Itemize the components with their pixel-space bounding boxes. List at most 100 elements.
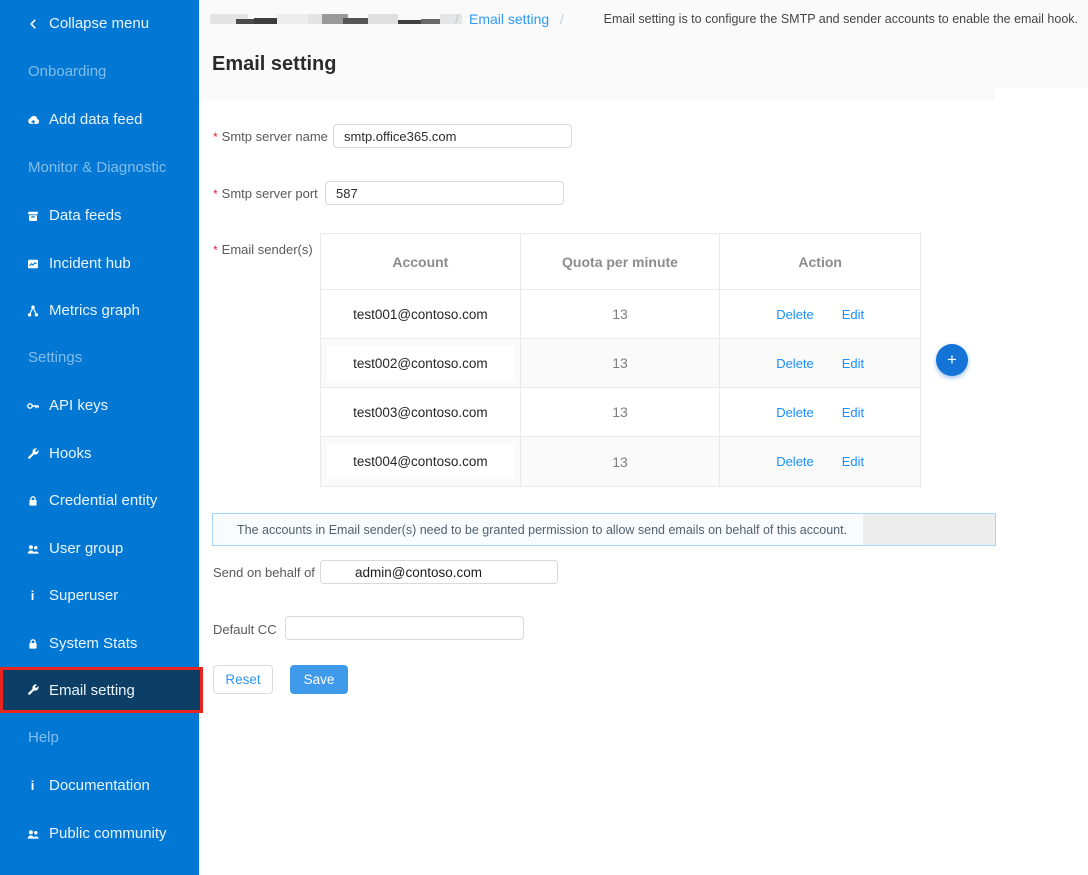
quota-cell: 13 (521, 339, 721, 387)
sidebar-item-label: User group (49, 540, 123, 557)
action-cell: Delete Edit (720, 339, 920, 387)
send-on-behalf-label: Send on behalf of (213, 565, 315, 580)
action-cell: Delete Edit (720, 290, 920, 338)
lock-icon (25, 636, 40, 651)
default-cc-label: Default CC (213, 622, 277, 637)
sidebar-section-help: Help (0, 714, 199, 761)
sidebar-item-documentation[interactable]: i Documentation (0, 762, 199, 809)
breadcrumb-current[interactable]: Email setting (469, 11, 549, 27)
reset-button[interactable]: Reset (213, 665, 273, 694)
users-icon (25, 826, 40, 841)
sidebar-item-label: Metrics graph (49, 302, 140, 319)
sidebar-item-add-data-feed[interactable]: Add data feed (0, 96, 199, 143)
archive-box-icon (25, 208, 40, 223)
sidebar-item-superuser[interactable]: i Superuser (0, 572, 199, 619)
table-header-row: Account Quota per minute Action (321, 234, 920, 290)
page-title: Email setting (212, 53, 336, 76)
column-header-action: Action (720, 234, 920, 289)
table-row: test003@contoso.com 13 Delete Edit (321, 388, 920, 437)
edit-link[interactable]: Edit (842, 307, 864, 322)
sidebar-item-incident-hub[interactable]: Incident hub (0, 240, 199, 287)
send-on-behalf-input[interactable] (320, 560, 558, 584)
sidebar: Collapse menu Onboarding Add data feed M… (0, 0, 199, 875)
delete-link[interactable]: Delete (776, 454, 814, 469)
edit-link[interactable]: Edit (842, 356, 864, 371)
column-header-quota: Quota per minute (521, 234, 721, 289)
quota-cell: 13 (521, 290, 721, 338)
quota-cell: 13 (521, 437, 721, 486)
wrench-icon (25, 683, 40, 698)
sidebar-section-settings: Settings (0, 334, 199, 381)
smtp-server-name-label: *Smtp server name (213, 129, 328, 144)
sidebar-section-monitor-diagnostic: Monitor & Diagnostic (0, 144, 199, 191)
redacted-banner-segment (863, 514, 995, 545)
smtp-server-name-input[interactable] (333, 124, 572, 148)
sidebar-item-system-stats[interactable]: System Stats (0, 620, 199, 667)
account-cell: test003@contoso.com (321, 388, 521, 436)
email-senders-table: Account Quota per minute Action test001@… (320, 233, 921, 487)
sidebar-item-label: Hooks (49, 445, 92, 462)
key-icon (25, 398, 40, 413)
column-header-account: Account (321, 234, 521, 289)
breadcrumb-separator: / (560, 11, 564, 27)
redacted-breadcrumb-segment (343, 18, 371, 24)
edit-link[interactable]: Edit (842, 405, 864, 420)
sidebar-item-label: Collapse menu (49, 15, 149, 32)
info-icon: i (25, 588, 40, 603)
sidebar-item-label: Superuser (49, 587, 118, 604)
sidebar-item-email-setting[interactable]: Email setting (0, 667, 203, 713)
redacted-breadcrumb-segment (368, 14, 398, 24)
sidebar-item-public-community[interactable]: Public community (0, 810, 199, 857)
sidebar-item-label: Incident hub (49, 255, 131, 272)
required-marker: * (213, 130, 218, 144)
sidebar-item-label: API keys (49, 397, 108, 414)
action-cell: Delete Edit (720, 437, 920, 486)
sidebar-item-credential-entity[interactable]: Credential entity (0, 477, 199, 524)
edit-link[interactable]: Edit (842, 454, 864, 469)
chevron-left-icon (25, 16, 40, 31)
smtp-server-port-label: *Smtp server port (213, 186, 318, 201)
wrench-icon (25, 446, 40, 461)
page-description: Email setting is to configure the SMTP a… (604, 12, 1078, 26)
redacted-breadcrumb-segment (277, 14, 311, 24)
default-cc-input[interactable] (285, 616, 524, 640)
required-marker: * (213, 243, 218, 257)
sidebar-item-user-group[interactable]: User group (0, 525, 199, 572)
sidebar-item-hooks[interactable]: Hooks (0, 430, 199, 477)
table-row: test004@contoso.com 13 Delete Edit (321, 437, 920, 486)
sidebar-item-label: Email setting (49, 682, 135, 699)
users-icon (25, 541, 40, 556)
sidebar-item-label: Credential entity (49, 492, 157, 509)
delete-link[interactable]: Delete (776, 307, 814, 322)
delete-link[interactable]: Delete (776, 405, 814, 420)
required-marker: * (213, 187, 218, 201)
info-icon: i (25, 778, 40, 793)
email-senders-label: *Email sender(s) (213, 242, 313, 257)
sidebar-item-label: System Stats (49, 635, 137, 652)
lock-icon (25, 493, 40, 508)
smtp-server-port-input[interactable] (325, 181, 564, 205)
account-cell: test002@contoso.com (321, 339, 521, 387)
sidebar-item-label: Data feeds (49, 207, 122, 224)
action-cell: Delete Edit (720, 388, 920, 436)
sidebar-item-api-keys[interactable]: API keys (0, 382, 199, 429)
table-row: test002@contoso.com 13 Delete Edit (321, 339, 920, 388)
breadcrumb-separator: / (455, 11, 459, 27)
table-row: test001@contoso.com 13 Delete Edit (321, 290, 920, 339)
branch-graph-icon (25, 303, 40, 318)
sidebar-section-onboarding: Onboarding (0, 48, 199, 95)
delete-link[interactable]: Delete (776, 356, 814, 371)
account-cell: test001@contoso.com (321, 290, 521, 338)
sidebar-item-data-feeds[interactable]: Data feeds (0, 192, 199, 239)
save-button[interactable]: Save (290, 665, 348, 694)
add-sender-button[interactable]: + (936, 344, 968, 376)
sidebar-item-metrics-graph[interactable]: Metrics graph (0, 287, 199, 334)
info-banner-text: The accounts in Email sender(s) need to … (237, 523, 847, 537)
cloud-upload-icon (25, 112, 40, 127)
sidebar-item-label: Documentation (49, 777, 150, 794)
sidebar-item-collapse-menu[interactable]: Collapse menu (0, 0, 199, 47)
header-notch (995, 88, 1088, 100)
account-cell: test004@contoso.com (321, 437, 521, 486)
sidebar-item-label: Public community (49, 825, 167, 842)
chart-image-icon (25, 256, 40, 271)
